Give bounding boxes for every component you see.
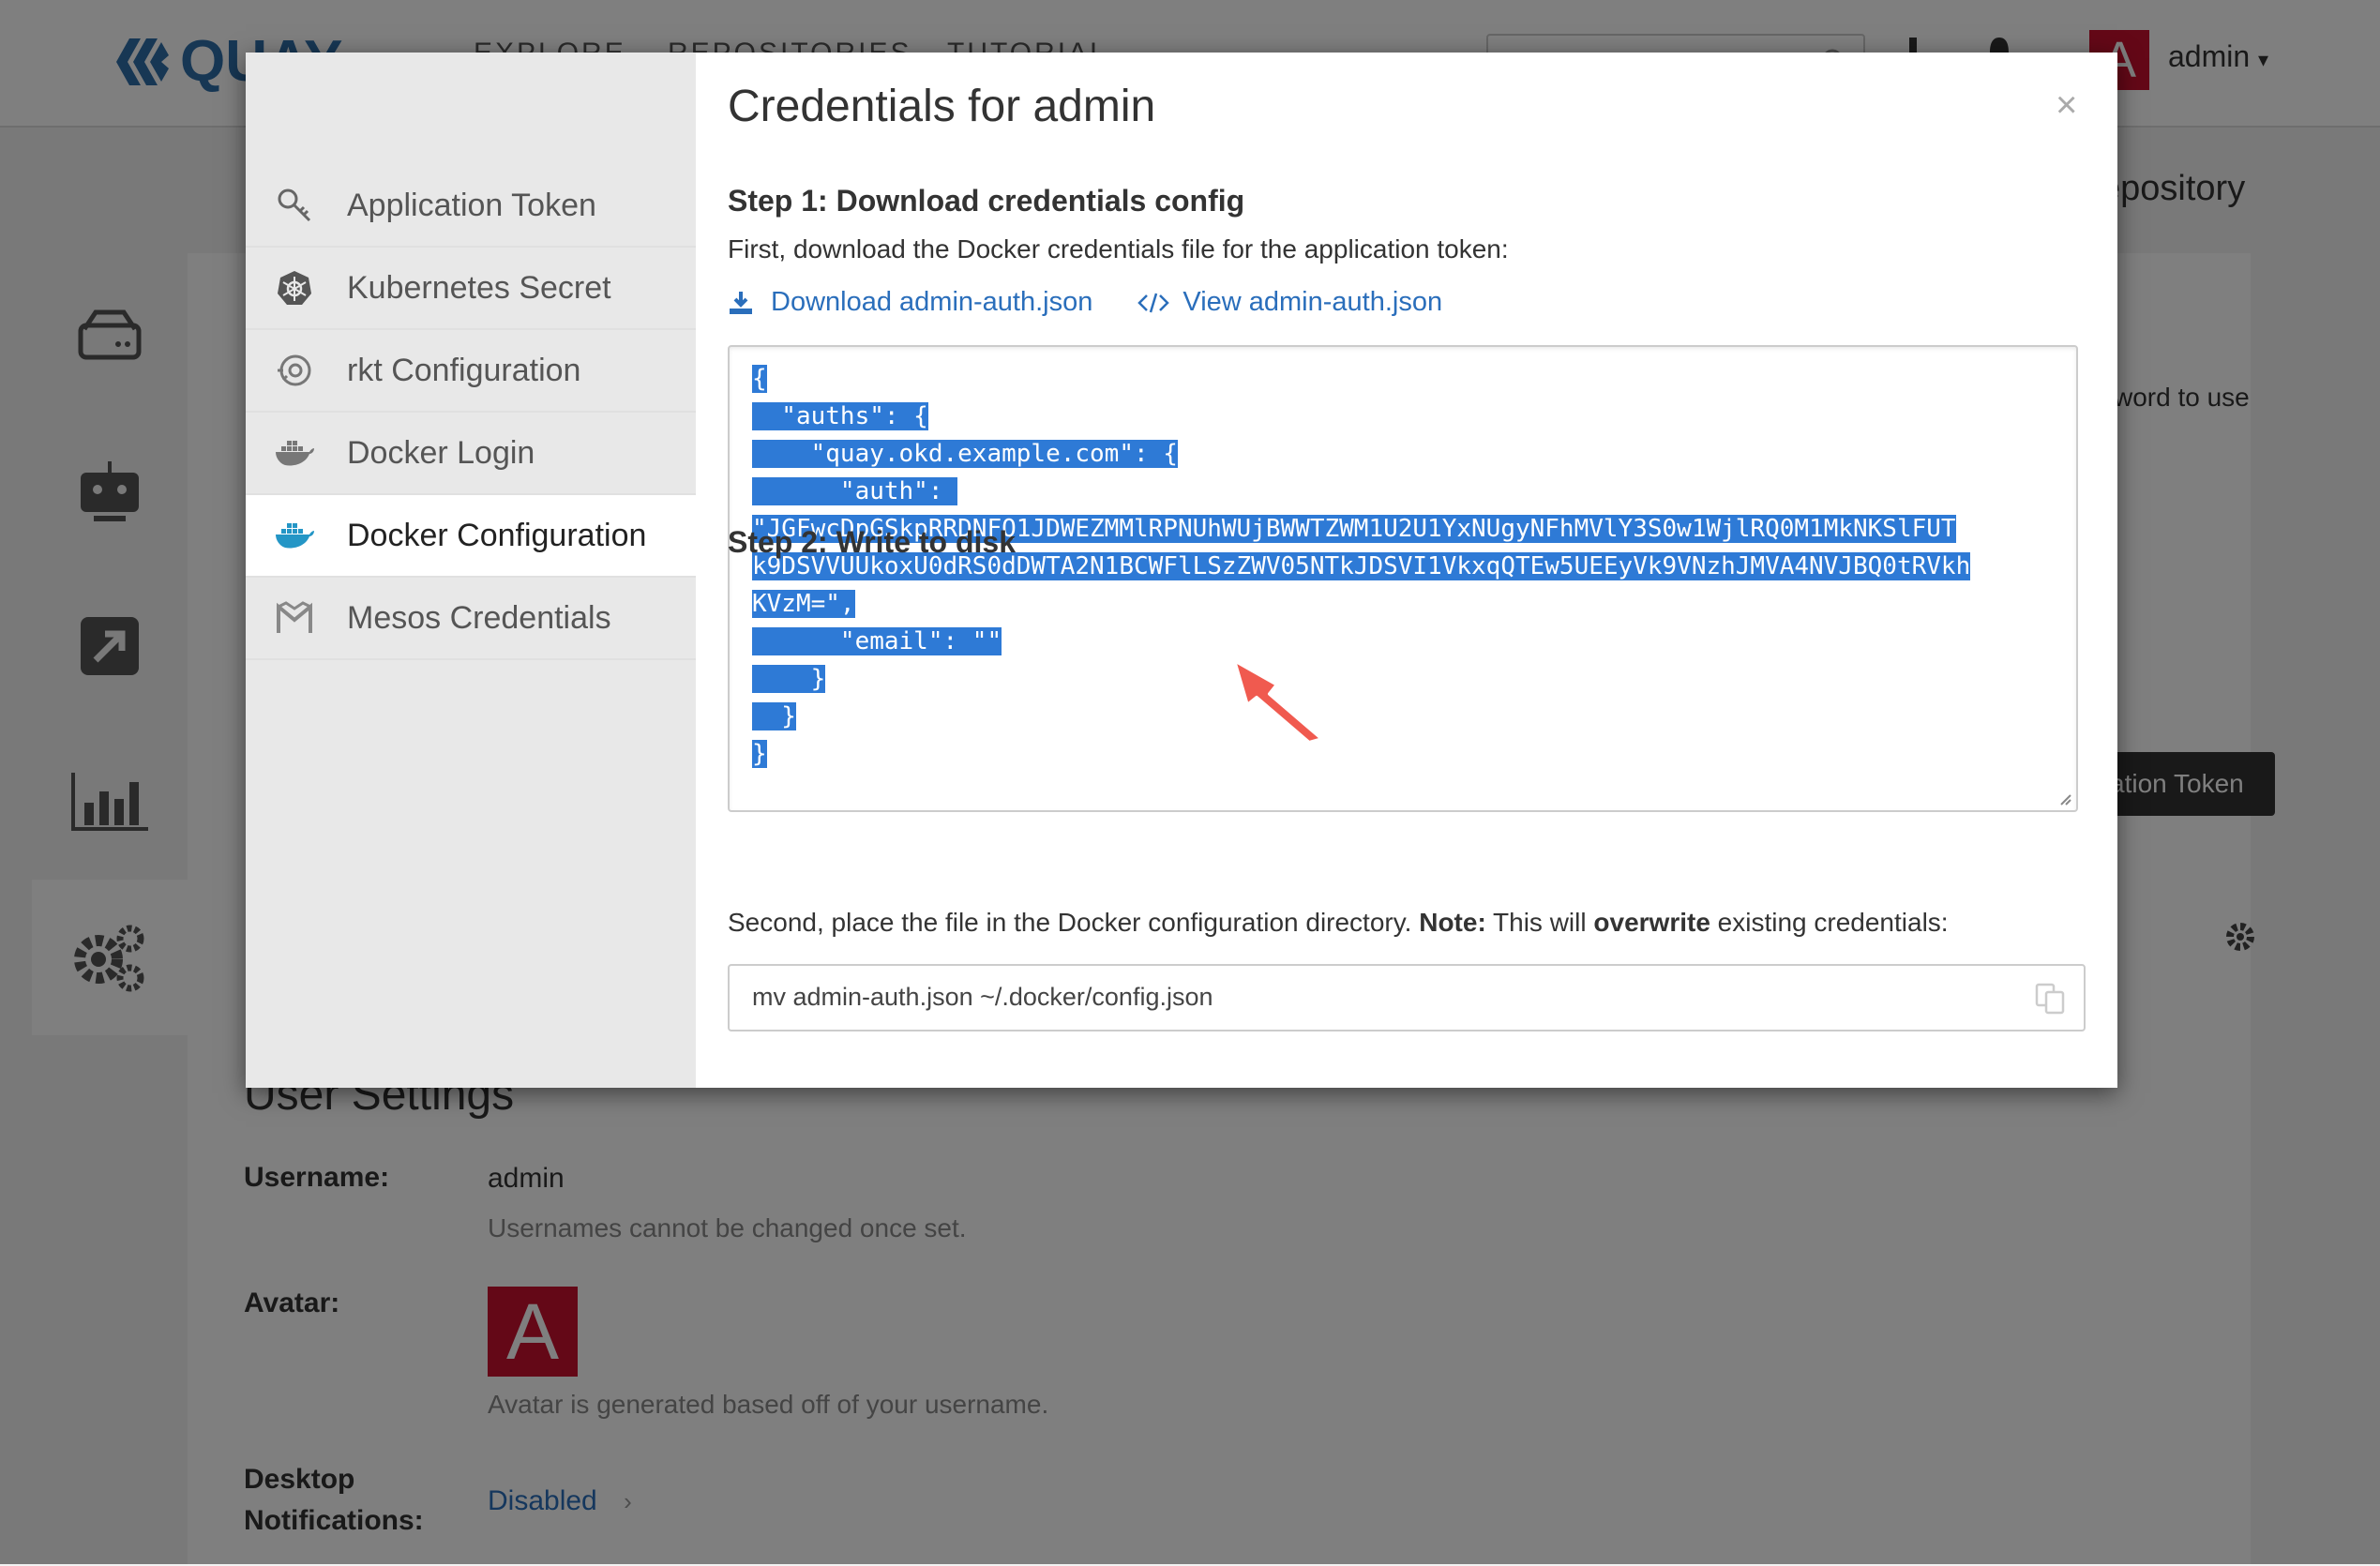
- docker-icon: [276, 523, 314, 549]
- download-links: Download admin-auth.json View admin-auth…: [728, 287, 1442, 318]
- key-icon: [278, 188, 311, 222]
- step2-desc-suffix: existing credentials:: [1710, 908, 1949, 937]
- sidebar-item-label: Docker Configuration: [347, 517, 647, 553]
- code-icon: [1137, 293, 1170, 312]
- sidebar-item-docker-configuration[interactable]: Docker Configuration: [246, 495, 696, 578]
- code-line: "quay.okd.example.com": {: [752, 440, 1178, 468]
- step2-note-label: Note:: [1419, 908, 1486, 937]
- code-line: }: [752, 665, 826, 693]
- code-line: KVzM=",: [752, 590, 855, 618]
- mesos-icon: [277, 601, 312, 633]
- sidebar-item-label: Kubernetes Secret: [347, 269, 611, 306]
- download-icon: [730, 291, 752, 314]
- command-input[interactable]: mv admin-auth.json ~/.docker/config.json: [728, 964, 2086, 1031]
- docker-icon: [276, 441, 314, 466]
- download-auth-json-link[interactable]: Download admin-auth.json: [728, 287, 1092, 318]
- credentials-modal: Application Token Kubernetes Secret rkt …: [246, 53, 2117, 1088]
- modal-title: Credentials for admin: [728, 82, 1156, 131]
- sidebar-item-label: Application Token: [347, 187, 596, 223]
- step2-title: Step 2: Write to disk: [728, 525, 1017, 559]
- sidebar-item-application-token[interactable]: Application Token: [246, 165, 696, 248]
- step2-desc-prefix: Second, place the file in the Docker con…: [728, 908, 1420, 937]
- sidebar-item-rkt-configuration[interactable]: rkt Configuration: [246, 330, 696, 413]
- code-line: }: [752, 702, 796, 730]
- step2-description: Second, place the file in the Docker con…: [728, 908, 1949, 938]
- step1-description: First, download the Docker credentials f…: [728, 234, 1509, 264]
- sidebar-item-label: rkt Configuration: [347, 352, 581, 388]
- sidebar-item-mesos-credentials[interactable]: Mesos Credentials: [246, 578, 696, 660]
- code-line: "email": "": [752, 627, 1002, 655]
- step2-desc-mid: This will: [1485, 908, 1594, 937]
- sidebar-item-label: Mesos Credentials: [347, 599, 611, 636]
- credentials-json-textarea[interactable]: { "auths": { "quay.okd.example.com": { "…: [728, 345, 2078, 812]
- code-line: {: [752, 365, 767, 393]
- command-text[interactable]: mv admin-auth.json ~/.docker/config.json: [752, 983, 1213, 1012]
- sidebar-item-label: Docker Login: [347, 434, 535, 471]
- step2-overwrite-label: overwrite: [1593, 908, 1710, 937]
- download-auth-json-label: Download admin-auth.json: [771, 287, 1093, 317]
- annotation-arrow-icon: [1232, 658, 1324, 745]
- code-line: }: [752, 740, 767, 768]
- code-line: "auth":: [752, 477, 958, 505]
- credentials-json-content[interactable]: { "auths": { "quay.okd.example.com": { "…: [752, 360, 2056, 773]
- sidebar-item-docker-login[interactable]: Docker Login: [246, 413, 696, 495]
- copy-clipboard-icon[interactable]: [2035, 983, 2065, 1015]
- close-icon[interactable]: ×: [2056, 84, 2077, 127]
- view-auth-json-label: View admin-auth.json: [1182, 287, 1443, 317]
- view-auth-json-link[interactable]: View admin-auth.json: [1137, 287, 1442, 318]
- code-line: "auths": {: [752, 402, 928, 430]
- credentials-sidebar: Application Token Kubernetes Secret rkt …: [246, 53, 696, 1088]
- sidebar-item-kubernetes-secret[interactable]: Kubernetes Secret: [246, 248, 696, 330]
- resize-handle-icon[interactable]: [2057, 791, 2072, 806]
- rkt-icon: [278, 354, 311, 386]
- step1-title: Step 1: Download credentials config: [728, 184, 1245, 218]
- kubernetes-icon: [278, 271, 311, 305]
